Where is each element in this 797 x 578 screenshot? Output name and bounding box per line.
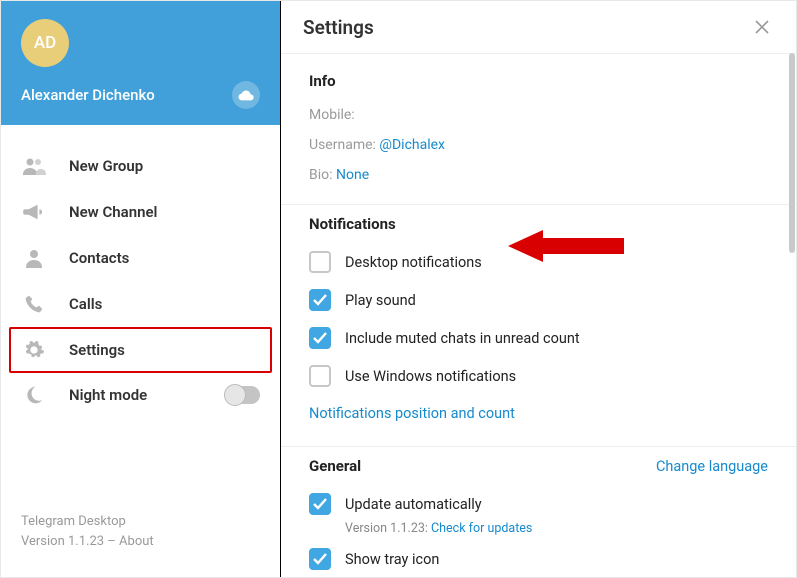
night-mode-toggle[interactable] — [226, 386, 260, 404]
settings-panel: Settings Info Mobile: Username: @Dichale… — [281, 1, 796, 577]
checkbox-icon — [309, 289, 331, 311]
megaphone-icon — [21, 201, 47, 223]
sidebar-item-label: Settings — [69, 341, 125, 359]
sidebar-username: Alexander Dichenko — [21, 86, 155, 104]
checkbox-icon — [309, 251, 331, 273]
sidebar-item-new-group[interactable]: New Group — [1, 143, 280, 189]
footer-app-name: Telegram Desktop — [21, 512, 260, 532]
info-username-value: @Dichalex — [379, 137, 445, 153]
check-tray-icon[interactable]: Show tray icon — [309, 540, 768, 577]
check-auto-update[interactable]: Update automatically — [309, 485, 768, 523]
info-bio[interactable]: Bio: None — [309, 160, 768, 190]
sidebar-footer: Telegram Desktop Version 1.1.23 – About — [1, 496, 280, 577]
section-heading: Notifications — [309, 215, 768, 233]
night-left: Night mode — [21, 385, 147, 405]
username-row: Alexander Dichenko — [21, 81, 260, 109]
info-bio-value: None — [336, 167, 369, 183]
sidebar-header: AD Alexander Dichenko — [1, 1, 280, 125]
info-username-label: Username: — [309, 137, 376, 153]
checkbox-icon — [309, 493, 331, 515]
section-heading: General — [309, 457, 361, 475]
info-mobile[interactable]: Mobile: — [309, 100, 768, 130]
check-desktop-notifications[interactable]: Desktop notifications — [309, 243, 768, 281]
checkbox-icon — [309, 548, 331, 570]
auto-update-sublabel: Version 1.1.23: Check for updates — [309, 521, 768, 536]
check-play-sound[interactable]: Play sound — [309, 281, 768, 319]
check-label: Update automatically — [345, 496, 482, 513]
check-label: Play sound — [345, 292, 416, 309]
group-icon — [21, 155, 47, 177]
settings-header: Settings — [281, 1, 796, 54]
sidebar-item-night-mode[interactable]: Night mode — [1, 373, 280, 417]
sidebar-nav: New Group New Channel Contacts Calls — [1, 125, 280, 496]
checkbox-icon — [309, 365, 331, 387]
sidebar-item-label: New Channel — [69, 203, 157, 221]
check-label: Use Windows notifications — [345, 368, 516, 385]
section-general: General Change language Update automatic… — [281, 446, 796, 577]
check-label: Show tray icon — [345, 551, 439, 568]
section-notifications: Notifications Desktop notifications Play… — [281, 204, 796, 446]
check-label: Desktop notifications — [345, 254, 482, 271]
avatar-initials: AD — [34, 33, 56, 53]
sidebar-item-label: New Group — [69, 157, 143, 175]
sidebar-item-label: Contacts — [69, 249, 129, 267]
check-windows-notifications[interactable]: Use Windows notifications — [309, 357, 768, 395]
sidebar-item-settings[interactable]: Settings — [9, 327, 272, 373]
check-updates-link[interactable]: Check for updates — [431, 521, 532, 536]
footer-version[interactable]: Version 1.1.23 – About — [21, 532, 260, 552]
cloud-icon[interactable] — [232, 81, 260, 109]
gear-icon — [21, 339, 47, 361]
scrollbar[interactable] — [789, 53, 795, 253]
person-icon — [21, 247, 47, 269]
info-username[interactable]: Username: @Dichalex — [309, 130, 768, 160]
sidebar-item-new-channel[interactable]: New Channel — [1, 189, 280, 235]
sidebar-item-label: Calls — [69, 295, 102, 313]
moon-icon — [21, 385, 47, 405]
sidebar-item-calls[interactable]: Calls — [1, 281, 280, 327]
close-icon[interactable] — [750, 15, 774, 39]
check-label: Include muted chats in unread count — [345, 330, 580, 347]
phone-icon — [21, 293, 47, 315]
info-mobile-label: Mobile: — [309, 107, 355, 123]
avatar[interactable]: AD — [21, 19, 69, 67]
check-include-muted[interactable]: Include muted chats in unread count — [309, 319, 768, 357]
checkbox-icon — [309, 327, 331, 349]
sidebar-item-label: Night mode — [69, 386, 147, 404]
sidebar: AD Alexander Dichenko New Group New — [1, 1, 281, 577]
sidebar-item-contacts[interactable]: Contacts — [1, 235, 280, 281]
app-window: AD Alexander Dichenko New Group New — [0, 0, 797, 578]
section-heading: Info — [309, 72, 768, 90]
version-prefix: Version 1.1.23: — [345, 521, 428, 536]
settings-body: Info Mobile: Username: @Dichalex Bio: No… — [281, 54, 796, 577]
info-bio-label: Bio: — [309, 167, 333, 183]
notifications-position-link[interactable]: Notifications position and count — [309, 395, 768, 432]
section-info: Info Mobile: Username: @Dichalex Bio: No… — [281, 62, 796, 204]
change-language-link[interactable]: Change language — [656, 458, 768, 475]
page-title: Settings — [303, 16, 374, 39]
